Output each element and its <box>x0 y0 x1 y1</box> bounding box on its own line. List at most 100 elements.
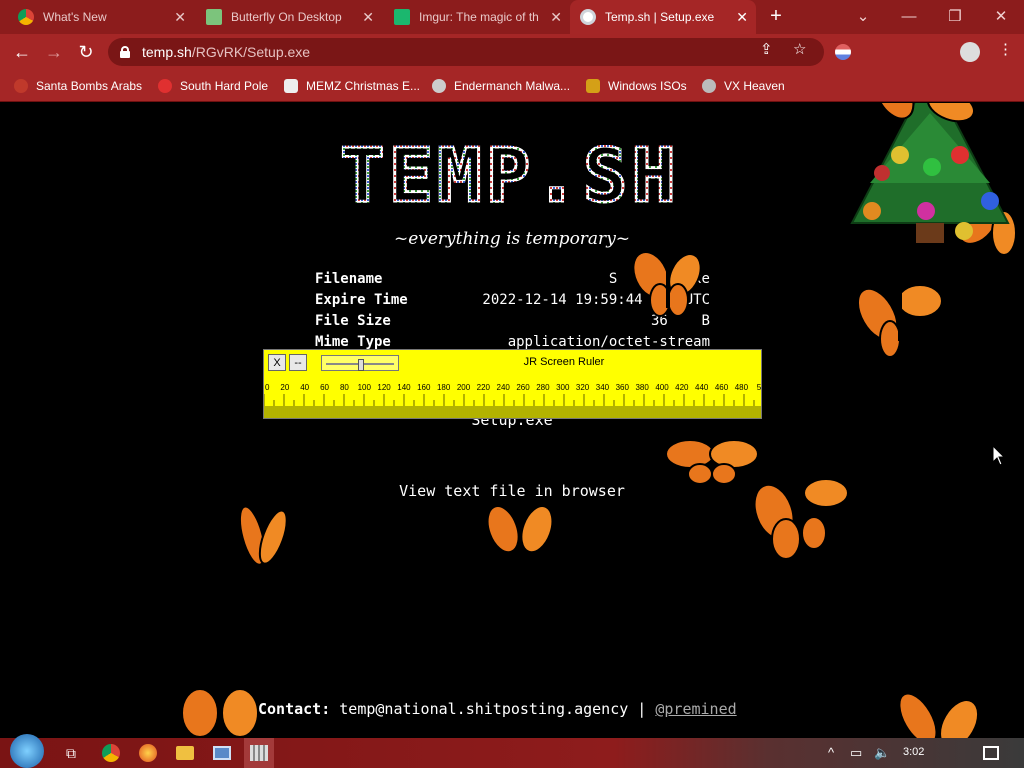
tab-title: Temp.sh | Setup.exe <box>605 10 715 24</box>
chrome-icon[interactable] <box>100 742 122 764</box>
tab-temp-sh[interactable]: Temp.sh | Setup.exe ✕ <box>570 0 756 34</box>
back-icon[interactable]: ← <box>10 40 34 64</box>
ruler-tick-label: 440 <box>695 383 709 392</box>
bookmark-label: MEMZ Christmas E... <box>306 79 421 93</box>
tab-whats-new[interactable]: What's New ✕ <box>8 0 194 34</box>
profile-avatar-icon[interactable] <box>960 42 980 62</box>
start-orb-icon[interactable] <box>10 734 44 768</box>
bookmark-item[interactable]: South Hard Pole <box>158 76 268 96</box>
bookmark-label: Windows ISOs <box>608 79 687 93</box>
close-icon[interactable]: ✕ <box>174 9 186 26</box>
ruler-tick-label: 280 <box>536 383 550 392</box>
tab-butterfly[interactable]: Butterfly On Desktop ✕ <box>196 0 382 34</box>
ruler-tick-label: 50 <box>757 383 762 392</box>
tab-search-icon[interactable]: ⌄ <box>840 0 886 32</box>
butterfly-overlay <box>181 103 1017 738</box>
page-icon <box>206 9 222 25</box>
globe-icon <box>580 9 596 25</box>
firefox-icon[interactable] <box>137 742 159 764</box>
window-icon[interactable] <box>211 742 233 764</box>
ruler-tick-label: 80 <box>340 383 349 392</box>
butterfly-icon <box>856 284 943 358</box>
ruler-tick-label: 140 <box>397 383 411 392</box>
extension-icon[interactable] <box>835 44 851 60</box>
file-explorer-icon[interactable] <box>174 742 196 764</box>
ruler-tick-label: 460 <box>715 383 729 392</box>
tab-title: What's New <box>43 10 107 24</box>
bookmark-item[interactable]: Santa Bombs Arabs <box>14 76 142 96</box>
ruler-tick-label: 360 <box>616 383 630 392</box>
imgur-icon <box>394 9 410 25</box>
christmas-tree-icon <box>850 103 1010 243</box>
ruler-tick-label: 160 <box>417 383 431 392</box>
tab-title: Imgur: The magic of th <box>419 10 539 24</box>
window-close-icon[interactable]: ✕ <box>978 0 1024 32</box>
ruler-tick-label: 20 <box>280 383 289 392</box>
mouse-cursor-icon <box>992 445 1006 466</box>
new-tab-button[interactable]: + <box>758 0 794 32</box>
bookmark-label: VX Heaven <box>724 79 785 93</box>
minimize-icon[interactable]: — <box>886 0 932 32</box>
windows-taskbar: ⧉ ^ ▭ 🔈 3:02 <box>0 734 1024 768</box>
ruler-tick-label: 260 <box>516 383 530 392</box>
toolbar: ← → ↻ temp.sh/RGvRK/Setup.exe ⇪ ☆ ⋮ <box>0 34 1024 70</box>
restore-icon[interactable]: ❐ <box>932 0 978 32</box>
vx-heaven-icon <box>702 79 716 93</box>
butterfly-icon <box>665 439 759 485</box>
page-content: TEMP.SH ~everything is temporary~ Filena… <box>0 103 1024 738</box>
ruler-tick-label: 220 <box>477 383 491 392</box>
ruler-tick-label: 200 <box>457 383 471 392</box>
butterfly-icon <box>753 478 849 560</box>
ruler-tick-label: 420 <box>675 383 689 392</box>
windows-iso-icon <box>586 79 600 93</box>
ruler-tick-label: 0 <box>265 383 270 392</box>
tab-imgur[interactable]: Imgur: The magic of th ✕ <box>384 0 570 34</box>
bookmark-item[interactable]: Windows ISOs <box>586 76 687 96</box>
network-icon[interactable]: ▭ <box>850 745 862 761</box>
forward-icon[interactable]: → <box>42 40 66 64</box>
page-icon <box>284 79 298 93</box>
volume-icon[interactable]: 🔈 <box>874 745 890 761</box>
bookmark-item[interactable]: Endermanch Malwa... <box>432 76 570 96</box>
butterfly-icon <box>486 503 554 554</box>
tab-title: Butterfly On Desktop <box>231 10 342 24</box>
screen-ruler-window[interactable]: X -- JR Screen Ruler 0 20 40 60 80 100 120 140 1… <box>263 349 762 419</box>
bookmark-item[interactable]: MEMZ Christmas E... <box>284 76 420 96</box>
share-icon[interactable]: ⇪ <box>760 40 773 58</box>
bookmark-label: Santa Bombs Arabs <box>36 79 143 93</box>
clock-time[interactable]: 3:02 <box>903 746 924 758</box>
ruler-tick-label: 40 <box>300 383 309 392</box>
tray-chevron-icon[interactable]: ^ <box>828 745 834 760</box>
close-icon[interactable]: ✕ <box>736 9 748 26</box>
virus-icon <box>158 79 172 93</box>
ruler-app-icon[interactable] <box>244 738 274 768</box>
bookmark-star-icon[interactable]: ☆ <box>793 40 806 58</box>
ruler-tick-label: 380 <box>635 383 649 392</box>
chrome-icon <box>18 9 34 25</box>
bomb-icon <box>14 79 28 93</box>
task-view-icon[interactable]: ⧉ <box>60 742 82 764</box>
ruler-tick-label: 340 <box>596 383 610 392</box>
url-domain: temp.sh <box>142 44 192 60</box>
close-icon[interactable]: ✕ <box>362 9 374 26</box>
butterfly-icon <box>898 692 980 738</box>
ruler-title: JR Screen Ruler <box>523 356 605 368</box>
bookmark-label: Endermanch Malwa... <box>454 79 571 93</box>
address-bar[interactable]: temp.sh/RGvRK/Setup.exe <box>108 38 824 66</box>
reload-icon[interactable]: ↻ <box>74 40 98 64</box>
endermanch-icon <box>432 79 446 93</box>
close-icon[interactable]: ✕ <box>550 9 562 26</box>
ruler-tick-label: 60 <box>320 383 329 392</box>
url-path: /RGvRK/Setup.exe <box>191 44 311 60</box>
ruler-tick-label: 300 <box>556 383 570 392</box>
bookmark-item[interactable]: VX Heaven <box>702 76 785 96</box>
ruler-tick-label: 120 <box>377 383 391 392</box>
ruler-tick-label: 240 <box>497 383 511 392</box>
notification-icon[interactable] <box>983 746 999 760</box>
ruler-tick-label: 400 <box>655 383 669 392</box>
menu-icon[interactable]: ⋮ <box>998 40 1013 58</box>
tab-strip: What's New ✕ Butterfly On Desktop ✕ Imgu… <box>0 0 1024 34</box>
lock-icon <box>120 46 130 58</box>
butterfly-icon <box>238 505 288 566</box>
ruler-tick-label: 100 <box>358 383 372 392</box>
